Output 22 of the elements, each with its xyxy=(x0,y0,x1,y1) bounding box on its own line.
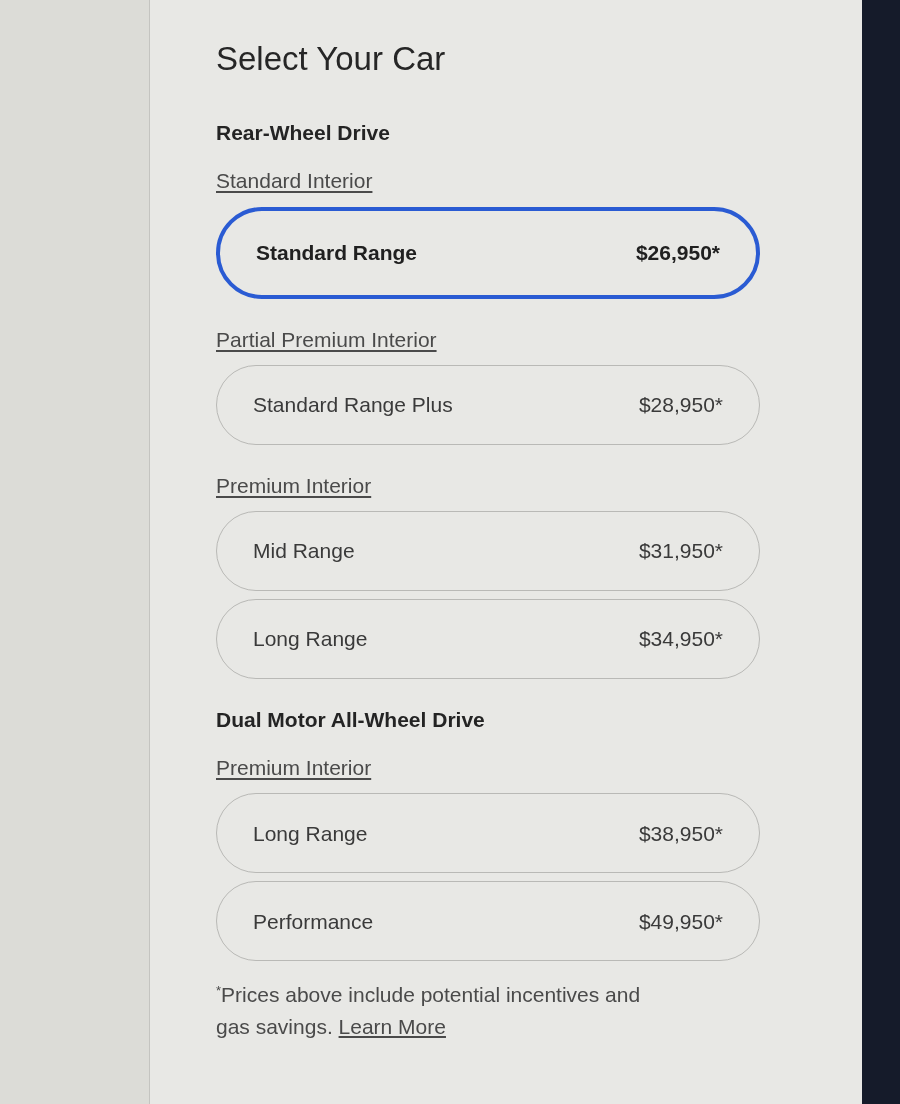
trim-price: $28,950* xyxy=(638,392,723,419)
page-title: Select Your Car xyxy=(216,41,447,78)
footnote-text: $^{*}$Prices above include potential incentives and gas savings. Learn More xyxy=(216,981,642,1040)
trim-option[interactable]: Standard Range $26,950* xyxy=(216,206,760,299)
interior-link[interactable]: Partial Premium Interior xyxy=(216,326,437,352)
trim-name: Performance xyxy=(253,908,374,935)
drivetrain-heading: Rear-Wheel Drive xyxy=(216,120,391,146)
trim-name: Mid Range xyxy=(253,538,355,565)
interior-link[interactable]: Standard Interior xyxy=(216,168,373,194)
trim-name: Long Range xyxy=(253,820,368,847)
trim-price: $26,950* xyxy=(635,239,720,266)
drivetrain-heading: Dual Motor All-Wheel Drive xyxy=(216,707,486,733)
trim-price: $49,950* xyxy=(638,908,723,935)
trim-name: Long Range xyxy=(253,626,368,653)
trim-price: $34,950* xyxy=(638,626,723,653)
interior-link[interactable]: Premium Interior xyxy=(216,472,372,499)
trim-price: $31,950* xyxy=(638,538,723,565)
interior-link[interactable]: Premium Interior xyxy=(216,755,372,781)
trim-price: $38,950* xyxy=(638,820,723,847)
learn-more-link[interactable]: Learn More xyxy=(338,1014,446,1038)
trim-name: Standard Range xyxy=(256,239,418,266)
trim-name: Standard Range Plus xyxy=(253,392,453,419)
